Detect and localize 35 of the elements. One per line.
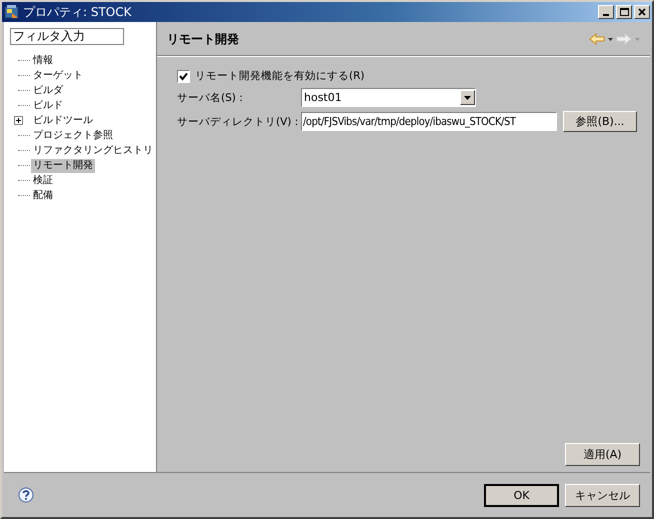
tree-item[interactable]: プロジェクト参照 [31, 128, 115, 142]
apply-button[interactable]: 適用(A) [565, 443, 640, 466]
tree-item[interactable]: 情報 [31, 54, 55, 68]
field-label: サーバディレクトリ(V) : [177, 114, 295, 128]
minimize-button[interactable] [598, 5, 614, 19]
close-button[interactable] [634, 5, 650, 19]
window-title: プロパティ: STOCK [23, 4, 132, 20]
app-icon [4, 4, 20, 20]
page-title: リモート開発 [167, 30, 239, 48]
expand-icon[interactable] [14, 116, 23, 125]
dropdown-arrow-button[interactable] [460, 90, 475, 105]
tree-item[interactable]: 配備 [31, 188, 55, 202]
browse-button[interactable]: 参照(B)... [563, 111, 637, 132]
checkbox-label: リモート開発機能を有効にする(R) [195, 69, 364, 83]
filter-field[interactable]: フィルタ入力 [10, 28, 124, 45]
tree-item[interactable]: リファクタリングヒストリ [31, 144, 155, 158]
caret-icon [464, 96, 471, 100]
ok-button[interactable]: OK [484, 484, 559, 506]
tree-item[interactable]: ビルド [31, 98, 65, 112]
cancel-button[interactable]: キャンセル [565, 484, 640, 506]
maximize-button[interactable] [616, 5, 632, 19]
server-name-dropdown[interactable]: host01 [301, 88, 476, 107]
help-icon[interactable] [18, 487, 34, 503]
maximize-icon [619, 7, 629, 17]
minimize-icon [603, 14, 609, 16]
tree-item[interactable]: ターゲット [31, 68, 85, 82]
checkbox[interactable] [177, 70, 190, 82]
tree-item[interactable]: ビルドツール [31, 114, 95, 128]
tree-item[interactable]: ビルダ [31, 84, 65, 98]
dropdown-caret-icon[interactable] [608, 38, 613, 40]
close-icon [637, 7, 647, 17]
tree-item[interactable]: リモート開発 [31, 158, 95, 172]
tree-item[interactable]: 検証 [31, 174, 55, 188]
directory-field[interactable]: /opt/FJSVibs/var/tmp/deploy/ibaswu_STOCK/ST [301, 112, 557, 131]
field-label: サーバ名(S) : [177, 90, 244, 104]
